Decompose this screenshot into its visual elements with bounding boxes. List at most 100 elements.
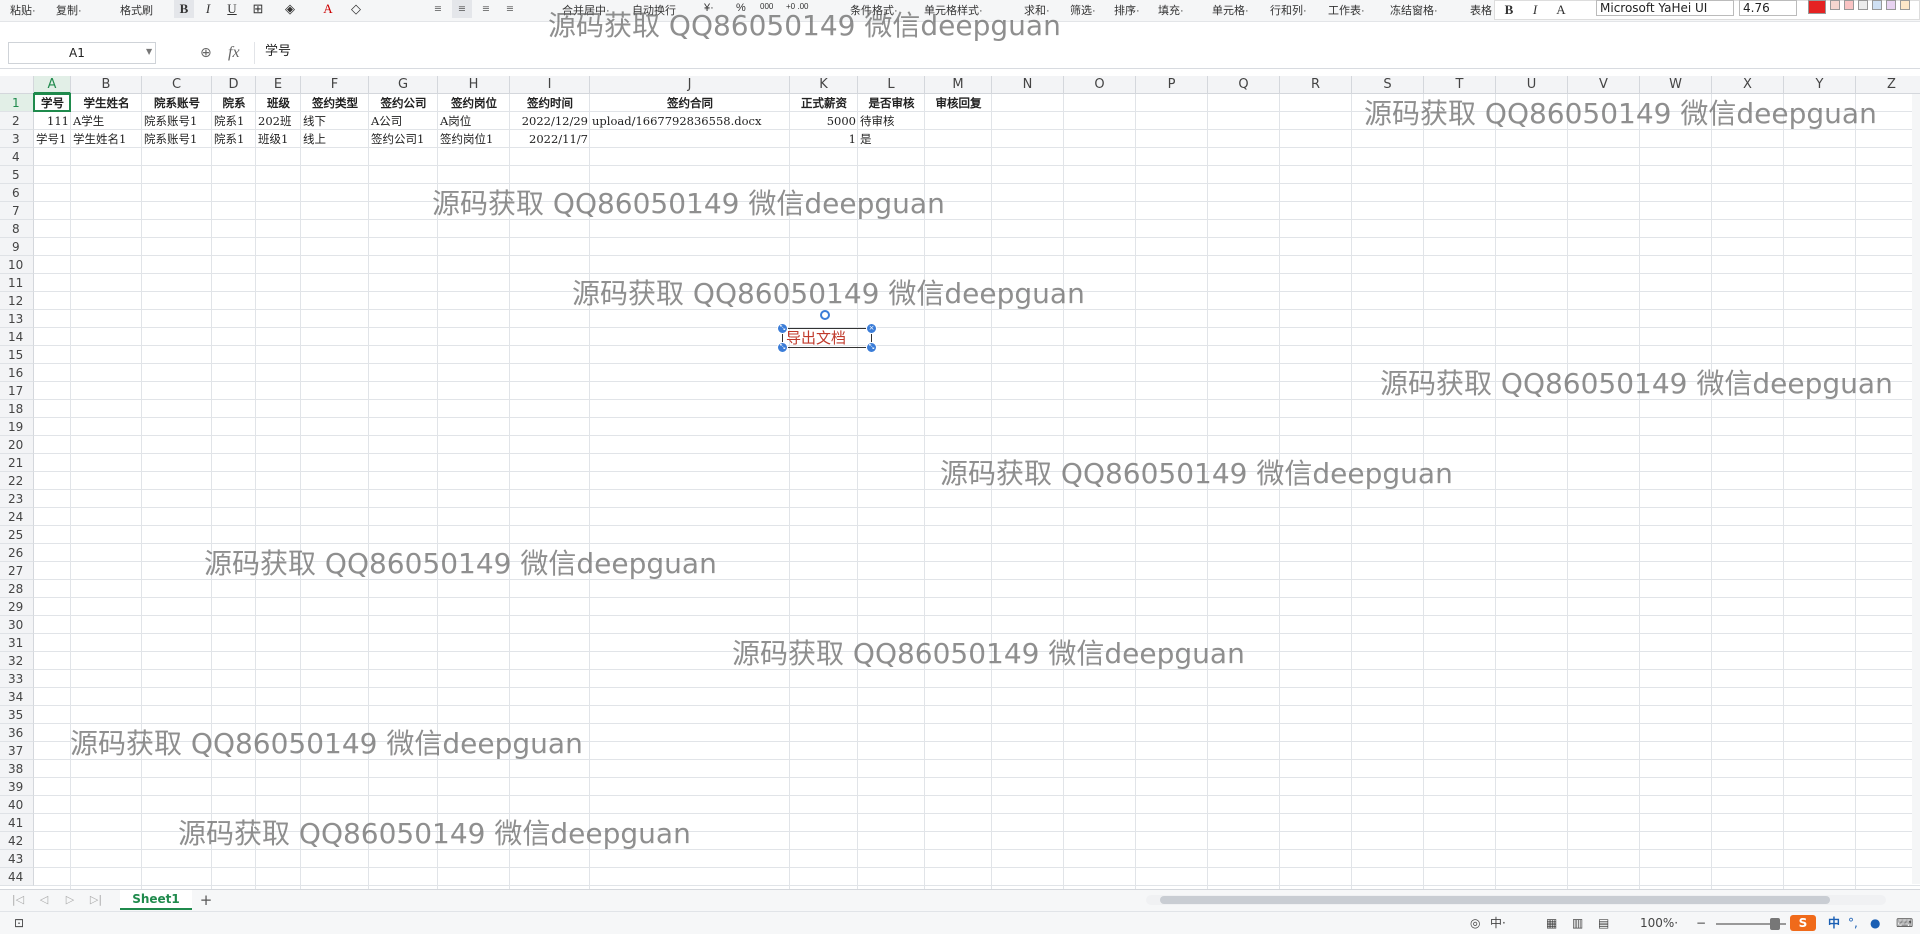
row-header-41[interactable]: 41	[0, 814, 34, 832]
row-header-40[interactable]: 40	[0, 796, 34, 814]
row-header-8[interactable]: 8	[0, 220, 34, 238]
row-header-5[interactable]: 5	[0, 166, 34, 184]
page-break-icon[interactable]: ▤	[1598, 915, 1609, 931]
row-header-30[interactable]: 30	[0, 616, 34, 634]
justify-icon[interactable]: ≡	[500, 0, 520, 18]
cell-h1[interactable]: 签约岗位	[438, 94, 510, 112]
row-header-33[interactable]: 33	[0, 670, 34, 688]
last-sheet-icon[interactable]: ▷|	[88, 892, 104, 908]
row-header-29[interactable]: 29	[0, 598, 34, 616]
row-header-22[interactable]: 22	[0, 472, 34, 490]
row-header-2[interactable]: 2	[0, 112, 34, 130]
cell-h3[interactable]: 签约岗位1	[438, 130, 510, 148]
cell-g2[interactable]: A公司	[369, 112, 438, 130]
row-header-31[interactable]: 31	[0, 634, 34, 652]
sort-button[interactable]: 排序·	[1114, 2, 1140, 18]
ime-lang-indicator[interactable]: 中	[1828, 915, 1840, 931]
column-header-i[interactable]: I	[510, 76, 590, 94]
row-header-20[interactable]: 20	[0, 436, 34, 454]
cell-g1[interactable]: 签约公司	[369, 94, 438, 112]
chevron-down-icon[interactable]: ▼	[146, 42, 156, 62]
cell-i3[interactable]: 2022/11/7	[510, 130, 590, 148]
align-right-icon[interactable]: ≡	[476, 0, 496, 18]
cell-m2[interactable]	[925, 112, 992, 130]
first-sheet-icon[interactable]: |◁	[10, 892, 26, 908]
column-header-e[interactable]: E	[256, 76, 301, 94]
row-header-3[interactable]: 3	[0, 130, 34, 148]
formula-input[interactable]: 学号	[254, 42, 1914, 64]
filter-button[interactable]: 筛选·	[1070, 2, 1096, 18]
resize-handle-top-left[interactable]: ⤡	[777, 323, 788, 334]
row-header-11[interactable]: 11	[0, 274, 34, 292]
row-header-15[interactable]: 15	[0, 346, 34, 364]
sogou-ime-icon[interactable]: S	[1790, 915, 1816, 931]
cell-j2[interactable]: upload/1667792836558.docx	[590, 112, 790, 130]
cell-b1[interactable]: 学生姓名	[71, 94, 142, 112]
cell-k3[interactable]: 1	[790, 130, 858, 148]
next-sheet-icon[interactable]: ▷	[62, 892, 78, 908]
color-swatch[interactable]	[1858, 0, 1868, 10]
color-swatch[interactable]	[1808, 0, 1826, 14]
font-size-select[interactable]: 4.76	[1739, 0, 1797, 16]
microphone-icon[interactable]: ●	[1870, 915, 1880, 931]
freeze-button[interactable]: 冻结窗格·	[1390, 2, 1438, 18]
column-header-l[interactable]: L	[858, 76, 925, 94]
fill-color-icon[interactable]: ◈	[280, 0, 300, 18]
cell-d3[interactable]: 院系1	[212, 130, 256, 148]
cell-button[interactable]: 单元格·	[1212, 2, 1249, 18]
format-painter-button[interactable]: 格式刷	[120, 2, 153, 18]
zoom-icon[interactable]: ⊕	[200, 44, 218, 62]
cell-e3[interactable]: 班级1	[256, 130, 301, 148]
cell-f2[interactable]: 线下	[301, 112, 369, 130]
copy-button[interactable]: 复制·	[56, 2, 82, 18]
column-header-h[interactable]: H	[438, 76, 510, 94]
cell-g3[interactable]: 签约公司1	[369, 130, 438, 148]
cell-c1[interactable]: 院系账号	[142, 94, 212, 112]
row-col-button[interactable]: 行和列·	[1270, 2, 1307, 18]
keyboard-icon[interactable]: ⌨	[1896, 915, 1913, 931]
column-header-q[interactable]: Q	[1208, 76, 1280, 94]
align-center-icon[interactable]: ≡	[452, 0, 472, 18]
cell-a2[interactable]: 111	[34, 112, 71, 130]
row-header-34[interactable]: 34	[0, 688, 34, 706]
cell-j3[interactable]	[590, 130, 790, 148]
row-header-28[interactable]: 28	[0, 580, 34, 598]
cell-i2[interactable]: 2022/12/29	[510, 112, 590, 130]
row-header-43[interactable]: 43	[0, 850, 34, 868]
cell-a1[interactable]: 学号	[34, 94, 71, 112]
color-swatch[interactable]	[1830, 0, 1840, 10]
fx-icon[interactable]: fx	[228, 44, 240, 62]
table-tools-button[interactable]: 表格	[1470, 2, 1492, 18]
row-header-16[interactable]: 16	[0, 364, 34, 382]
cell-c3[interactable]: 院系账号1	[142, 130, 212, 148]
cell-k2[interactable]: 5000	[790, 112, 858, 130]
row-header-35[interactable]: 35	[0, 706, 34, 724]
row-header-38[interactable]: 38	[0, 760, 34, 778]
align-left-icon[interactable]: ≡	[428, 0, 448, 18]
resize-handle-bottom-right[interactable]: ⤡	[866, 342, 877, 353]
page-layout-icon[interactable]: ▥	[1572, 915, 1583, 931]
cell-b2[interactable]: A学生	[71, 112, 142, 130]
column-header-d[interactable]: D	[212, 76, 256, 94]
row-header-10[interactable]: 10	[0, 256, 34, 274]
fill-button[interactable]: 填充·	[1158, 2, 1184, 18]
cell-l3[interactable]: 是	[858, 130, 925, 148]
vertical-scrollbar[interactable]	[1912, 94, 1920, 884]
row-header-39[interactable]: 39	[0, 778, 34, 796]
tab-sheet1[interactable]: Sheet1	[120, 890, 192, 910]
column-header-f[interactable]: F	[301, 76, 369, 94]
cell-m1[interactable]: 审核回复	[925, 94, 992, 112]
column-header-m[interactable]: M	[925, 76, 992, 94]
column-header-n[interactable]: N	[992, 76, 1064, 94]
row-header-14[interactable]: 14	[0, 328, 34, 346]
clear-icon[interactable]: ◇	[346, 0, 366, 18]
zoom-slider-knob[interactable]	[1770, 918, 1780, 930]
border-icon[interactable]: ⊞	[248, 0, 268, 18]
cell-i1[interactable]: 签约时间	[510, 94, 590, 112]
normal-view-icon[interactable]: ▦	[1546, 915, 1557, 931]
text-box-shape[interactable]: 导出文档 ⤡ × ⤡ ⤡	[777, 310, 877, 353]
cell-b3[interactable]: 学生姓名1	[71, 130, 142, 148]
column-header-a[interactable]: A	[34, 76, 71, 94]
eye-protect-icon[interactable]: ◎	[1470, 915, 1480, 931]
row-header-25[interactable]: 25	[0, 526, 34, 544]
